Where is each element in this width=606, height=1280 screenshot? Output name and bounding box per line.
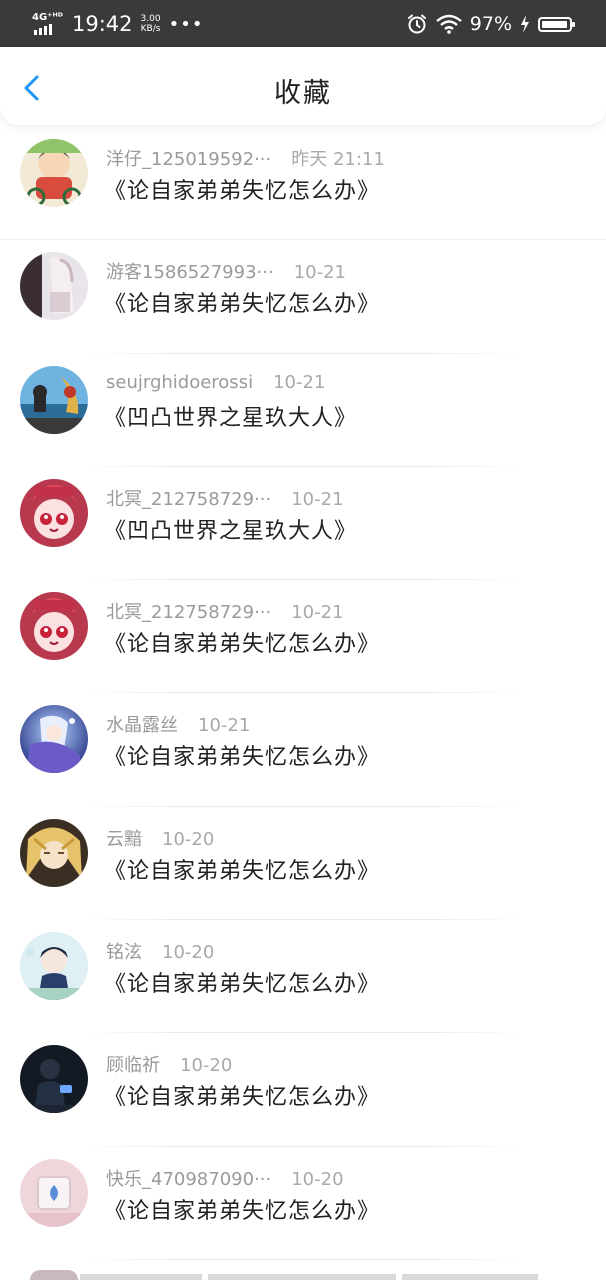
username: 铭泫 <box>106 942 142 964</box>
book-title[interactable]: 《论自家弟弟失忆怎么办》 <box>104 1079 380 1111</box>
network-speed-value: 3.00 <box>140 14 161 24</box>
list-item[interactable]: 云黯 10-20 《论自家弟弟失忆怎么办》 <box>0 807 606 921</box>
avatar[interactable] <box>20 705 88 774</box>
list-item[interactable]: 北冥_212758729··· 10-21 《论自家弟弟失忆怎么办》 <box>0 580 606 694</box>
list-item[interactable]: 洋仔_125019592··· 昨天 21:11 《论自家弟弟失忆怎么办》 <box>0 127 606 241</box>
avatar[interactable] <box>20 365 88 434</box>
book-title[interactable]: 《论自家弟弟失忆怎么办》 <box>104 966 380 998</box>
list-item[interactable]: 快乐_470987090··· 10-20 《论自家弟弟失忆怎么办》 <box>0 1147 606 1260</box>
list-item[interactable]: 游客1586527993··· 10-21 《论自家弟弟失忆怎么办》 <box>0 240 606 354</box>
timestamp: 10-21 <box>198 715 251 737</box>
wifi-icon <box>435 14 462 34</box>
network-speed-unit: KB/s <box>140 24 161 34</box>
status-bar: 4G⁺ᴴᴰ 19:42 3.00 KB/s ••• 97% <box>0 0 606 47</box>
username: 快乐_470987090··· <box>106 1168 272 1190</box>
book-title[interactable]: 《论自家弟弟失忆怎么办》 <box>104 1193 380 1225</box>
username: 游客1586527993··· <box>106 262 274 284</box>
username: 云黯 <box>106 828 142 850</box>
avatar[interactable] <box>20 1045 88 1114</box>
avatar[interactable] <box>20 478 88 547</box>
username: 水晶露丝 <box>106 715 178 737</box>
timestamp: 10-20 <box>162 828 215 850</box>
divider <box>80 1258 526 1260</box>
list-item[interactable]: 水晶露丝 10-21 《论自家弟弟失忆怎么办》 <box>0 693 606 807</box>
username: 北冥_212758729··· <box>106 602 272 624</box>
timestamp: 昨天 21:11 <box>291 149 385 170</box>
list-item[interactable]: 铭泫 10-20 《论自家弟弟失忆怎么办》 <box>0 920 606 1034</box>
list-item[interactable]: 北冥_212758729··· 10-21 《凹凸世界之星玖大人》 <box>0 467 606 581</box>
battery-percent: 97% <box>469 13 512 35</box>
avatar[interactable] <box>20 592 88 661</box>
timestamp: 10-20 <box>162 942 215 964</box>
timestamp: 10-21 <box>291 488 344 510</box>
username: seujrghidoerossi <box>106 371 254 393</box>
charging-icon <box>521 15 529 33</box>
username: 北冥_212758729··· <box>106 488 272 510</box>
avatar[interactable] <box>20 139 88 207</box>
avatar[interactable] <box>20 818 88 887</box>
next-item-peek <box>0 1270 606 1280</box>
book-title[interactable]: 《论自家弟弟失忆怎么办》 <box>104 626 380 658</box>
timestamp: 10-20 <box>180 1055 233 1077</box>
avatar[interactable] <box>20 932 88 1001</box>
avatar[interactable] <box>20 1158 88 1227</box>
book-title[interactable]: 《凹凸世界之星玖大人》 <box>104 513 357 545</box>
avatar[interactable] <box>20 252 88 321</box>
page-header: 收藏 <box>0 47 606 125</box>
book-title[interactable]: 《论自家弟弟失忆怎么办》 <box>104 173 380 205</box>
timestamp: 10-21 <box>273 371 326 393</box>
battery-icon <box>538 16 575 32</box>
list-item[interactable]: seujrghidoerossi 10-21 《凹凸世界之星玖大人》 <box>0 354 606 467</box>
page-title: 收藏 <box>274 78 332 109</box>
book-title[interactable]: 《凹凸世界之星玖大人》 <box>104 400 357 432</box>
clock: 19:42 <box>72 12 133 36</box>
timestamp: 10-20 <box>291 1168 344 1190</box>
favorites-list: 洋仔_125019592··· 昨天 21:11 《论自家弟弟失忆怎么办》 游客1… <box>0 127 606 1260</box>
cellular-signal-icon: 4G⁺ᴴᴰ <box>32 11 64 37</box>
timestamp: 10-21 <box>293 262 346 284</box>
username: 顾临祈 <box>106 1055 160 1077</box>
more-notifications-icon: ••• <box>168 13 204 35</box>
network-type: 4G⁺ᴴᴰ <box>32 12 63 23</box>
book-title[interactable]: 《论自家弟弟失忆怎么办》 <box>104 739 380 771</box>
username: 洋仔_125019592··· <box>106 149 272 170</box>
book-title[interactable]: 《论自家弟弟失忆怎么办》 <box>104 853 380 885</box>
network-speed: 3.00 KB/s <box>141 14 161 34</box>
list-item[interactable]: 顾临祈 10-20 《论自家弟弟失忆怎么办》 <box>0 1033 606 1147</box>
timestamp: 10-21 <box>291 602 344 624</box>
book-title[interactable]: 《论自家弟弟失忆怎么办》 <box>104 286 380 318</box>
alarm-icon <box>407 14 426 34</box>
